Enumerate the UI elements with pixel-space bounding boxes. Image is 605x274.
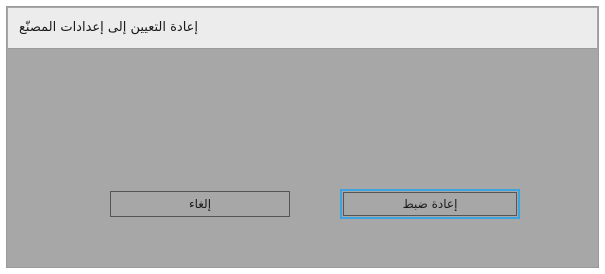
reset-button-label: إعادة ضبط — [402, 197, 458, 211]
reset-button-inner: إعادة ضبط — [343, 192, 517, 216]
dialog-title-bar: إعادة التعيين إلى إعدادات المصنّع — [8, 8, 597, 49]
reset-button[interactable]: إعادة ضبط — [340, 189, 520, 219]
cancel-button[interactable]: إلغاء — [110, 191, 290, 217]
dialog-title: إعادة التعيين إلى إعدادات المصنّع — [19, 20, 199, 35]
cancel-button-label: إلغاء — [188, 197, 212, 211]
factory-reset-dialog: إعادة التعيين إلى إعدادات المصنّع إلغاء … — [6, 6, 599, 268]
